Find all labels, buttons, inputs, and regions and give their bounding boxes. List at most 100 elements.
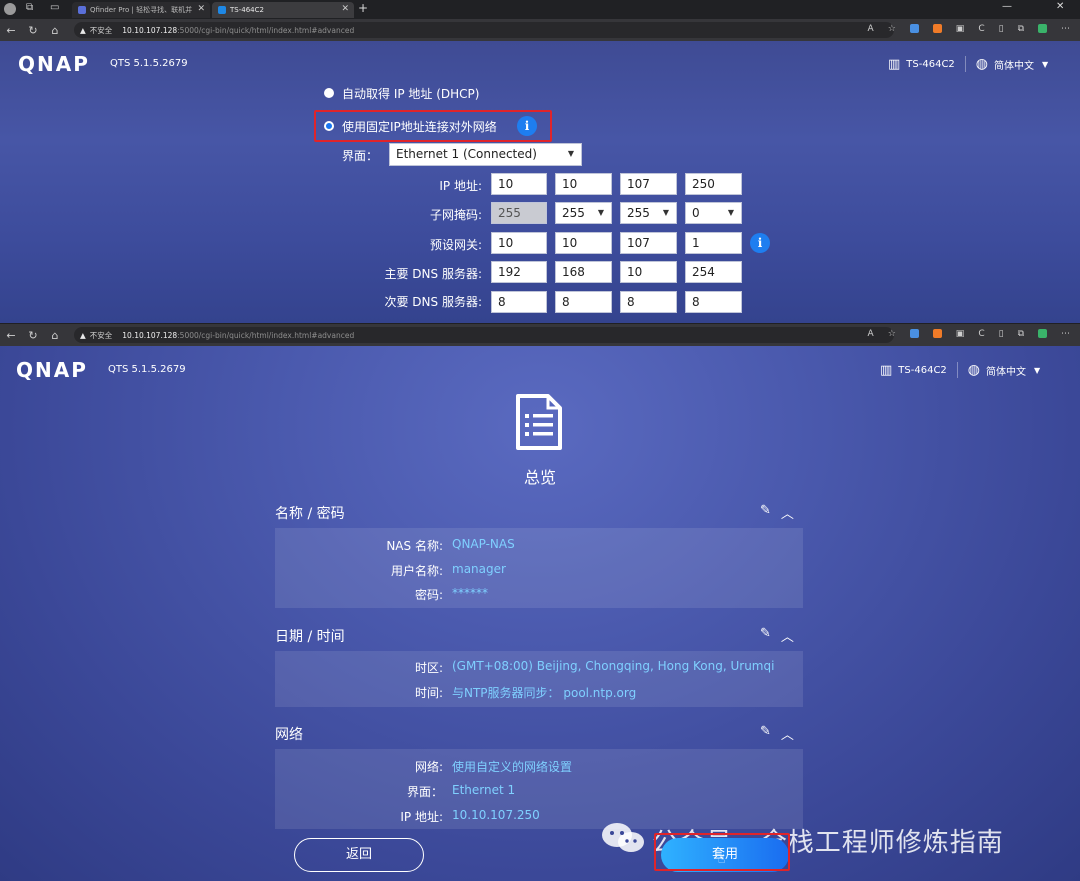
extension-icon[interactable] [909, 329, 919, 338]
chevron-down-icon[interactable]: ▼ [1034, 366, 1040, 375]
edit-icon[interactable]: ✎ [760, 626, 771, 645]
collections-icon[interactable]: ⧉ [1018, 329, 1024, 339]
home-icon[interactable]: ⌂ [44, 329, 66, 342]
back-icon[interactable]: ← [0, 24, 22, 37]
device-name: TS-464C2 [898, 364, 947, 376]
ip-octet-3[interactable]: 107 [620, 173, 677, 195]
globe-icon[interactable]: ◍ [968, 362, 980, 378]
extension-icons: A ☆ ▣ C ▯ ⧉ ⋯ [868, 24, 1070, 34]
favorite-star-icon[interactable]: ☆ [888, 24, 896, 34]
dns1-octet-4[interactable]: 254 [685, 261, 742, 283]
more-icon[interactable]: ⋯ [1061, 329, 1070, 339]
close-tab-icon[interactable]: ✕ [197, 4, 205, 14]
extension-icon[interactable]: C [978, 24, 984, 34]
extension-icon[interactable] [1038, 329, 1047, 338]
language-selector[interactable]: 简体中文 [994, 57, 1034, 72]
cursor-pointer-icon: ☝ [718, 852, 726, 866]
back-icon[interactable]: ← [0, 329, 22, 342]
warning-icon: ▲ [80, 330, 86, 340]
dns1-octet-1[interactable]: 192 [491, 261, 547, 283]
mask-octet-3[interactable]: 255 ▼ [620, 202, 677, 224]
more-icon[interactable]: ⋯ [1061, 24, 1070, 34]
url-field[interactable]: ▲ 不安全 10.10.107.128:5000/cgi-bin/quick/h… [74, 327, 894, 343]
close-window-icon[interactable]: ✕ [1056, 1, 1064, 12]
dns2-octet-2[interactable]: 8 [555, 291, 612, 313]
section-date-actions: ✎ ︿ [760, 626, 794, 645]
gateway-octet-1[interactable]: 10 [491, 232, 547, 254]
chevron-up-icon[interactable]: ︿ [781, 724, 794, 743]
home-icon[interactable]: ⌂ [44, 24, 66, 37]
tab-actions-icon[interactable]: ▭ [50, 2, 59, 13]
ip-octet-1[interactable]: 10 [491, 173, 547, 195]
dns2-label: 次要 DNS 服务器: [384, 295, 482, 309]
section-name-actions: ✎ ︿ [760, 503, 794, 522]
chevron-down-icon: ▼ [662, 208, 669, 217]
device-name: TS-464C2 [906, 58, 955, 70]
network-settings-panel: QNAP QTS 5.1.5.2679 ▥ TS-464C2 ◍ 简体中文 ▼ … [0, 41, 1080, 323]
dns1-octet-2[interactable]: 168 [555, 261, 612, 283]
extension-icon[interactable] [932, 24, 942, 33]
browser-tab-strip: ⧉ ▭ Qfinder Pro | 轻松寻找、联机并 ✕ TS-464C2 ✕ … [0, 0, 1080, 19]
subnet-mask-label: 子网掩码: [429, 208, 482, 222]
url-field[interactable]: ▲ 不安全 10.10.107.128:5000/cgi-bin/quick/h… [74, 22, 894, 38]
dns2-octet-1[interactable]: 8 [491, 291, 547, 313]
tab-ts464c2[interactable]: TS-464C2 ✕ [212, 2, 354, 18]
read-aloud-icon[interactable]: A [868, 24, 874, 34]
dns2-octet-3[interactable]: 8 [620, 291, 677, 313]
interface-select[interactable]: Ethernet 1 (Connected) ▼ [389, 143, 582, 166]
minimize-icon[interactable]: — [1002, 1, 1012, 12]
summary-panel: QNAP QTS 5.1.5.2679 ▥ TS-464C2 ◍ 简体中文 ▼ … [0, 346, 1080, 881]
globe-icon[interactable]: ◍ [976, 56, 988, 72]
time-value: 与NTP服务器同步： pool.ntp.org [452, 686, 637, 700]
extension-icon[interactable] [909, 24, 919, 33]
language-selector[interactable]: 简体中文 [986, 363, 1026, 378]
section-name-title: 名称 / 密码 [275, 506, 345, 522]
read-aloud-icon[interactable]: A [868, 329, 874, 339]
gateway-octet-4[interactable]: 1 [685, 232, 742, 254]
extension-icon[interactable] [1038, 24, 1047, 33]
timezone-label: 时区: [414, 661, 443, 675]
user-value: manager [452, 562, 506, 576]
tab-qfinder-title: Qfinder Pro | 轻松寻找、联机并 [90, 6, 193, 14]
info-icon[interactable]: i [750, 233, 770, 253]
favorite-star-icon[interactable]: ☆ [888, 329, 896, 339]
info-icon[interactable]: i [517, 116, 537, 136]
split-screen-icon[interactable]: ▯ [999, 329, 1004, 339]
extension-icon[interactable]: C [978, 329, 984, 339]
split-screen-icon[interactable]: ▯ [999, 24, 1004, 34]
dns2-octet-4[interactable]: 8 [685, 291, 742, 313]
warning-icon: ▲ [80, 25, 86, 35]
chevron-up-icon[interactable]: ︿ [781, 626, 794, 645]
close-tab-icon[interactable]: ✕ [341, 4, 349, 14]
chevron-down-icon: ▼ [727, 208, 734, 217]
edit-icon[interactable]: ✎ [760, 724, 771, 743]
edit-icon[interactable]: ✎ [760, 503, 771, 522]
profile-icon[interactable] [4, 3, 16, 15]
dns1-octet-3[interactable]: 10 [620, 261, 677, 283]
chevron-down-icon: ▼ [597, 208, 604, 217]
workspaces-icon[interactable]: ⧉ [26, 2, 33, 13]
interface-value: Ethernet 1 (Connected) [396, 147, 537, 161]
gateway-octet-2[interactable]: 10 [555, 232, 612, 254]
password-label: 密码: [414, 588, 443, 602]
ip-octet-4[interactable]: 250 [685, 173, 742, 195]
refresh-icon[interactable]: ↻ [22, 329, 44, 342]
gateway-octet-3[interactable]: 107 [620, 232, 677, 254]
extension-icon[interactable]: ▣ [956, 24, 965, 34]
network-mode-value: 使用自定义的网络设置 [452, 760, 573, 774]
mask-octet-4[interactable]: 0 ▼ [685, 202, 742, 224]
chevron-down-icon[interactable]: ▼ [1042, 60, 1048, 69]
extension-icon[interactable] [932, 329, 942, 338]
extension-icon[interactable]: ▣ [956, 329, 965, 339]
tab-qfinder[interactable]: Qfinder Pro | 轻松寻找、联机并 ✕ [72, 2, 210, 18]
chevron-up-icon[interactable]: ︿ [781, 503, 794, 522]
section-network-title: 网络 [275, 727, 303, 743]
dhcp-radio[interactable] [324, 88, 334, 98]
static-ip-radio[interactable] [324, 121, 334, 131]
back-button[interactable]: 返回 [294, 838, 424, 872]
new-tab-icon[interactable]: + [358, 1, 368, 15]
collections-icon[interactable]: ⧉ [1018, 24, 1024, 34]
refresh-icon[interactable]: ↻ [22, 24, 44, 37]
ip-octet-2[interactable]: 10 [555, 173, 612, 195]
mask-octet-2[interactable]: 255 ▼ [555, 202, 612, 224]
